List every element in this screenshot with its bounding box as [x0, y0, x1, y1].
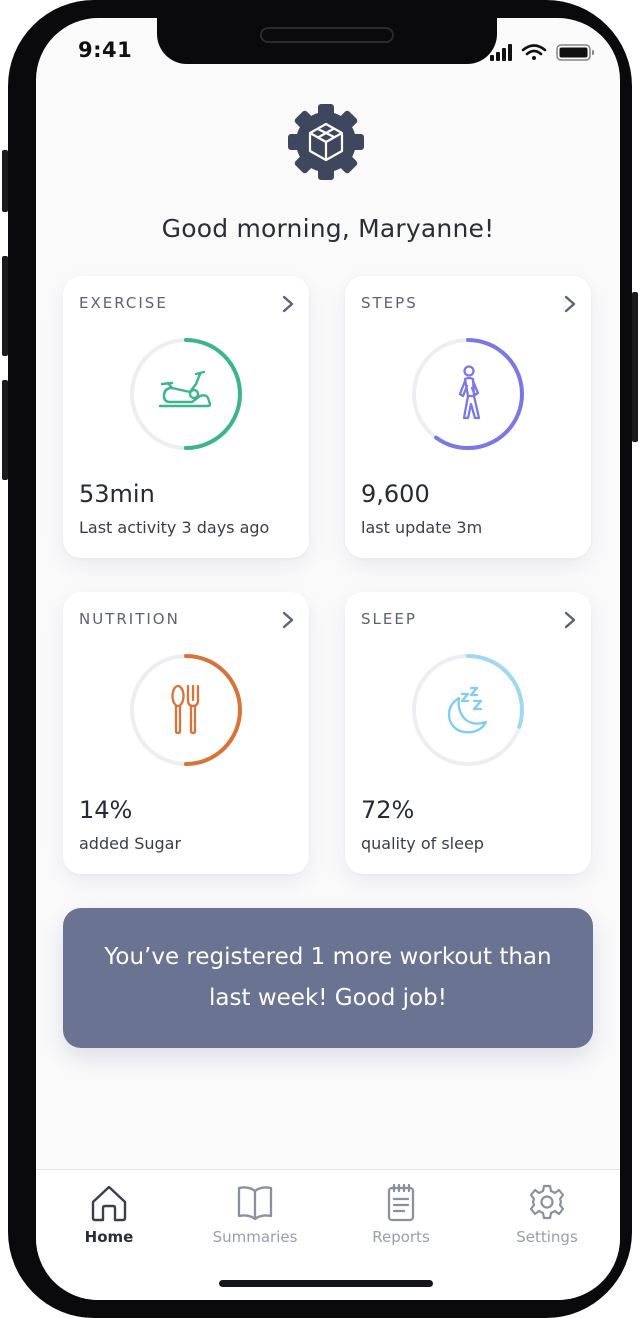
card-title: EXERCISE: [79, 294, 168, 312]
gear-cube-logo: [288, 104, 364, 180]
app-screen: 9:41 Good morning, Maryanne! EXERCISE 53…: [36, 18, 620, 1300]
status-icons: [490, 44, 594, 61]
greeting-heading: Good morning, Maryanne!: [161, 214, 495, 243]
wifi-icon: [521, 44, 547, 60]
exercise-subtitle: Last activity 3 days ago: [79, 518, 270, 537]
signal-icon: [490, 44, 512, 61]
card-title: NUTRITION: [79, 610, 180, 628]
card-title: STEPS: [361, 294, 418, 312]
book-icon: [237, 1186, 273, 1221]
sleep-value: 72%: [361, 796, 415, 824]
sleep-progress-ring: [412, 654, 524, 766]
battery-icon: [556, 44, 594, 61]
sleep-subtitle: quality of sleep: [361, 834, 484, 853]
steps-subtitle: last update 3m: [361, 518, 483, 537]
notepad-icon: [387, 1183, 415, 1222]
home-indicator[interactable]: [219, 1280, 433, 1287]
chevron-right-icon[interactable]: [563, 294, 577, 314]
tab-label: Reports: [372, 1228, 430, 1246]
tab-home[interactable]: Home: [36, 1170, 182, 1270]
weekly-workout-banner: You’ve registered 1 more workout than la…: [63, 908, 593, 1048]
chevron-right-icon[interactable]: [563, 610, 577, 630]
speaker-grille: [260, 27, 394, 43]
mute-switch: [2, 150, 8, 212]
phone-frame: 9:41 Good morning, Maryanne! EXERCISE 53…: [2, 0, 638, 1318]
notch: [157, 18, 497, 64]
utensils-icon: [171, 684, 200, 735]
volume-down-button: [2, 380, 8, 480]
volume-up-button: [2, 256, 8, 356]
tab-label: Summaries: [212, 1228, 298, 1246]
tab-label: Home: [84, 1228, 134, 1246]
steps-card[interactable]: STEPS 9,600 last update 3m: [345, 276, 591, 558]
exercise-progress-ring: [130, 338, 242, 450]
tab-reports[interactable]: Reports: [328, 1170, 474, 1270]
gear-icon: [529, 1184, 565, 1220]
nutrition-subtitle: added Sugar: [79, 834, 182, 853]
steps-value: 9,600: [361, 480, 430, 508]
moon-zzz-icon: [447, 686, 488, 734]
card-title: SLEEP: [361, 610, 417, 628]
tab-summaries[interactable]: Summaries: [182, 1170, 328, 1270]
exercise-card[interactable]: EXERCISE 53min Last activity 3 days ago: [63, 276, 309, 558]
home-icon: [91, 1185, 127, 1222]
tab-settings[interactable]: Settings: [474, 1170, 620, 1270]
exercise-bike-icon: [158, 370, 212, 408]
chevron-right-icon[interactable]: [281, 610, 295, 630]
exercise-value: 53min: [79, 480, 155, 508]
power-button: [632, 292, 638, 442]
nutrition-card[interactable]: NUTRITION 14% added Sugar: [63, 592, 309, 874]
steps-progress-ring: [412, 338, 524, 450]
tab-label: Settings: [516, 1228, 578, 1246]
nutrition-progress-ring: [130, 654, 242, 766]
sleep-card[interactable]: SLEEP 72% quality of sleep: [345, 592, 591, 874]
walking-icon: [458, 365, 481, 420]
status-time: 9:41: [78, 38, 133, 62]
nutrition-value: 14%: [79, 796, 133, 824]
chevron-right-icon[interactable]: [281, 294, 295, 314]
